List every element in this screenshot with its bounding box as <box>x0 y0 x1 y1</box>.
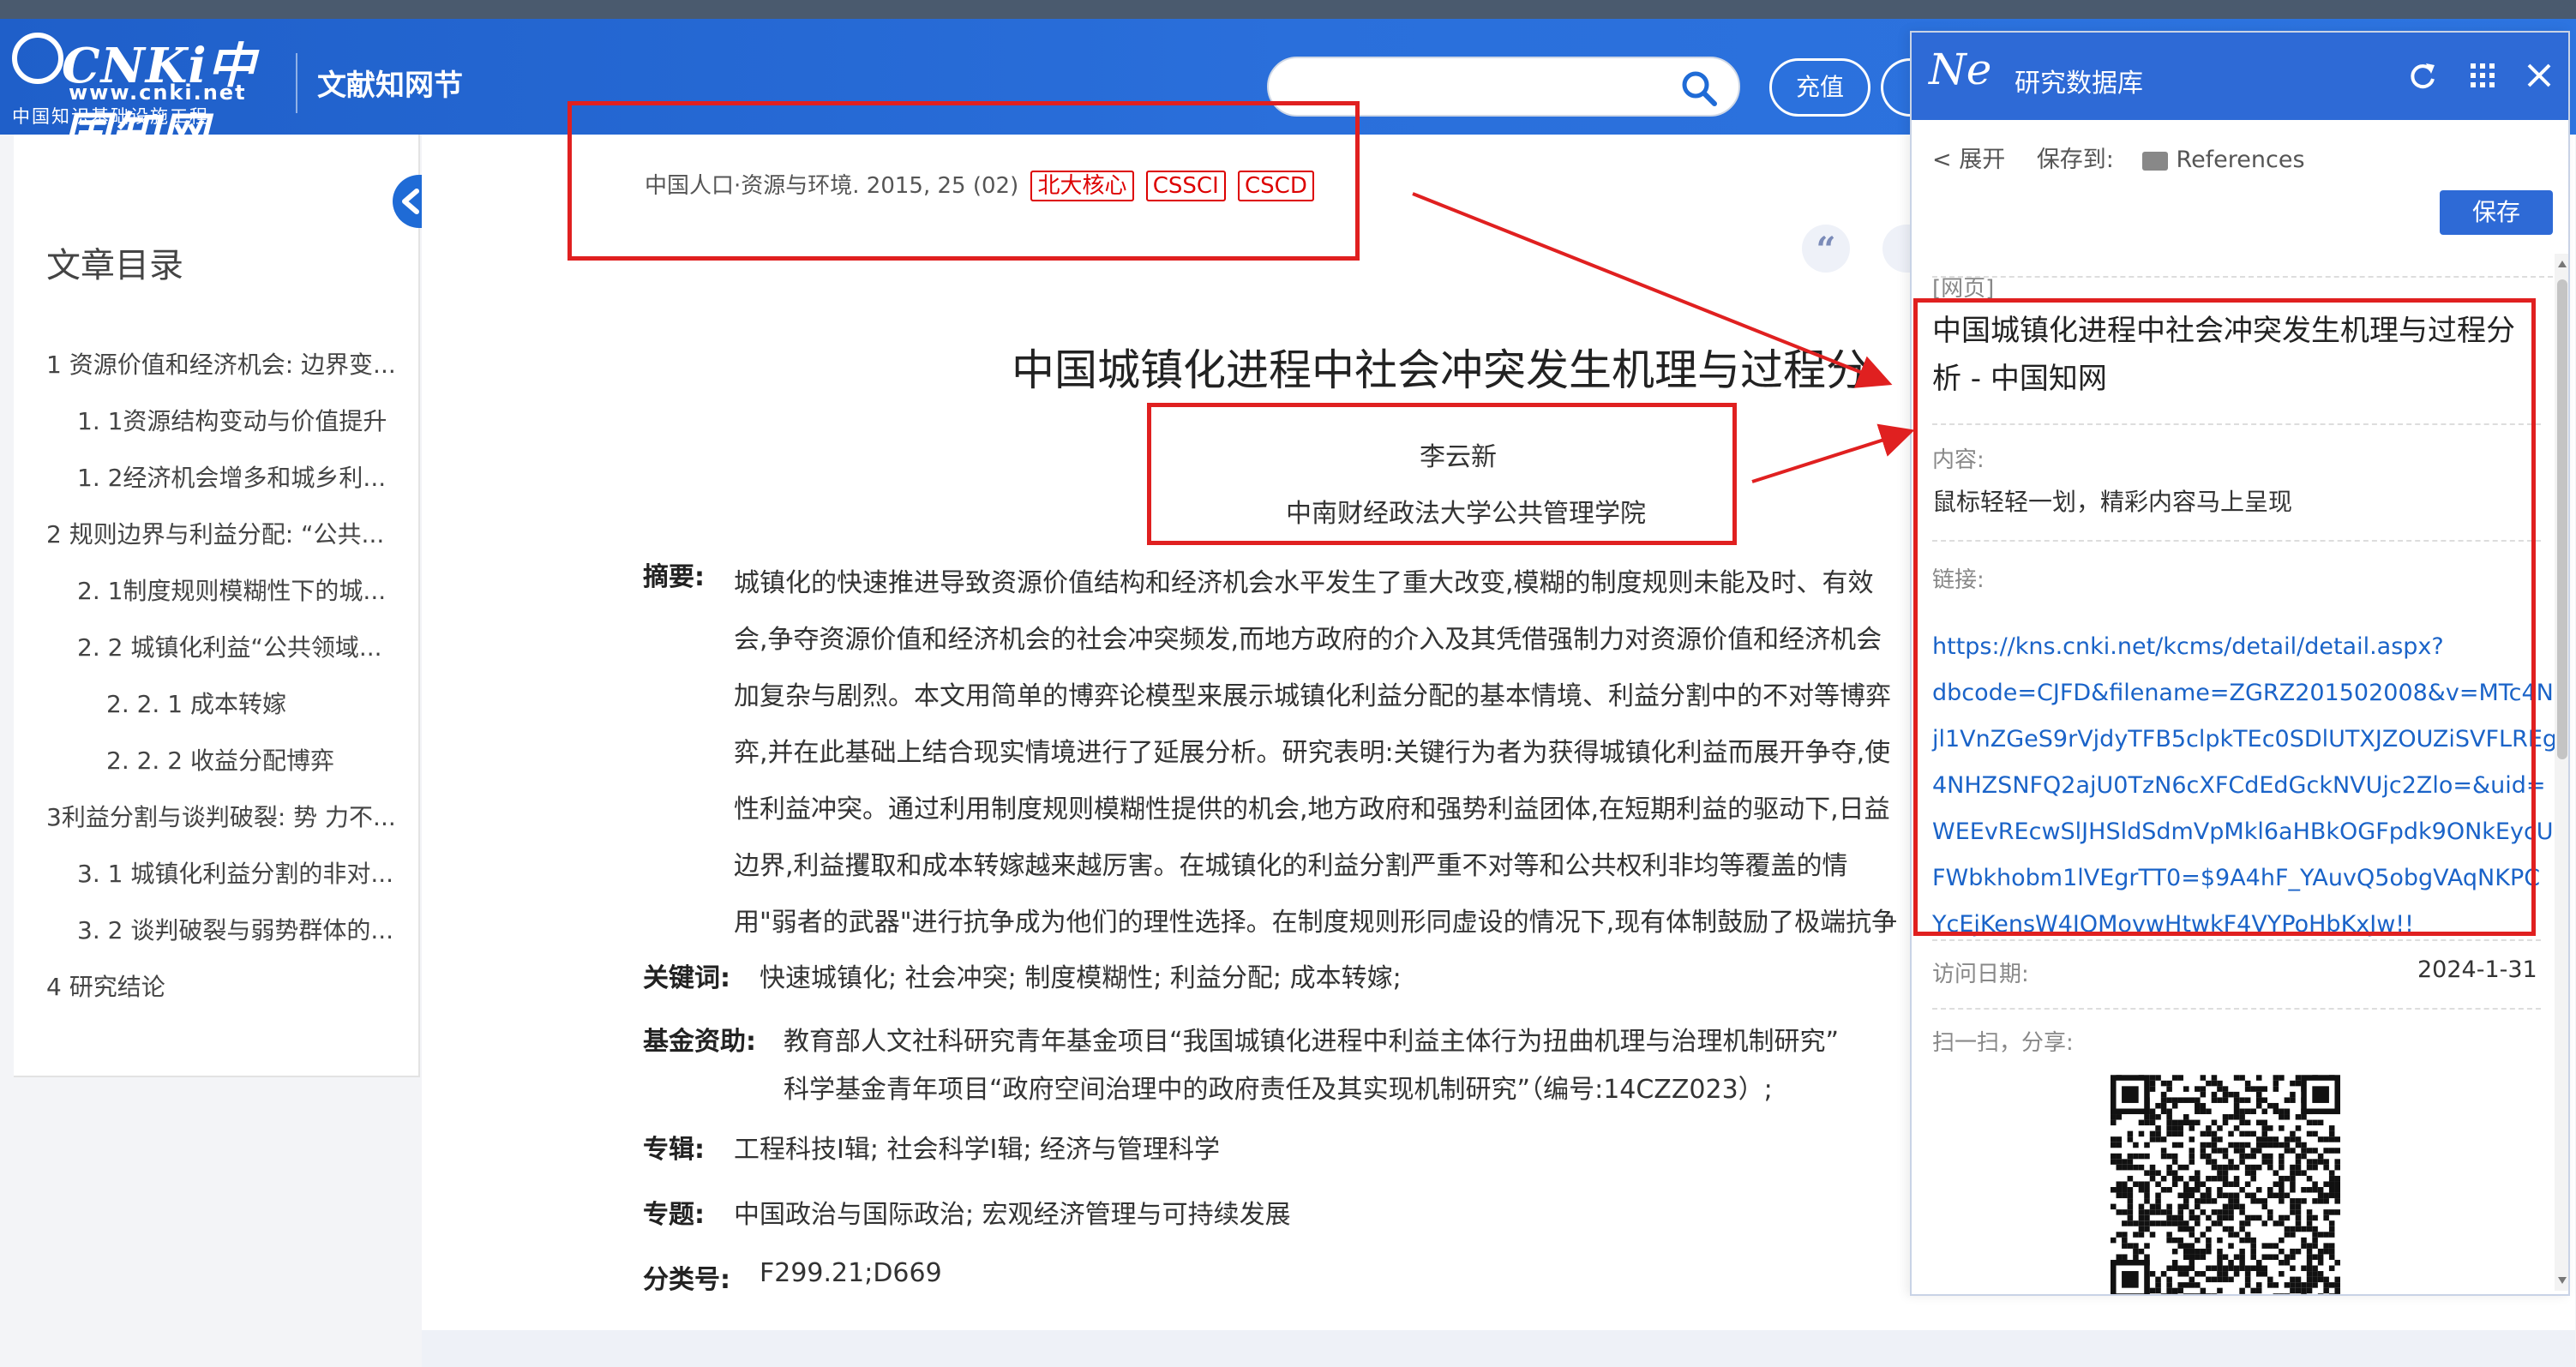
abstract-text: 城镇化的快速推进导致资源价值结构和经济机会水平发生了重大改变,模糊的制度规则未能… <box>734 555 1908 941</box>
topic-label: 专题: <box>643 1200 705 1230</box>
scroll-up-arrow-icon[interactable] <box>2558 261 2567 267</box>
classification-label: 分类号: <box>643 1265 730 1295</box>
refresh-icon[interactable] <box>2407 60 2438 91</box>
toc-item[interactable]: 2. 2. 1 成本转嫁 <box>46 676 415 733</box>
keywords-list[interactable]: 快速城镇化; 社会冲突; 制度模糊性; 利益分配; 成本转嫁; <box>760 956 1402 994</box>
visit-date-value: 2024-1-31 <box>2417 956 2537 983</box>
abstract-line: 性利益冲突。通过利用制度规则模糊性提供的机会,地方政府和强势利益团体,在短期利益… <box>734 794 1890 824</box>
save-button[interactable]: 保存 <box>2440 190 2553 235</box>
divider <box>1932 939 2541 941</box>
logo-circle-icon <box>12 33 63 84</box>
toc-item[interactable]: 1. 1资源结构变动与价值提升 <box>46 393 415 450</box>
logo-url: www.cnki.net <box>69 81 247 105</box>
panel-scrollbar[interactable] <box>2555 254 2568 1291</box>
panel-divider <box>1932 276 2561 278</box>
visit-date-label: 访问日期: <box>1932 962 2029 987</box>
panel-title: 研究数据库 <box>2015 69 2143 99</box>
save-to-label: 保存到: <box>2036 147 2114 173</box>
header-divider <box>296 53 297 113</box>
abstract-line: 会,争夺资源价值和经济机会的社会冲突频发,而地方政府的介入及其凭借强制力对资源价… <box>734 625 1882 655</box>
abstract-line: 边界,利益攫取和成本转嫁越来越厉害。在城镇化的利益分割严重不对等和公共权利非均等… <box>734 851 1848 881</box>
annotation-box-panel <box>1913 298 2536 936</box>
topic-value: 中国政治与国际政治; 宏观经济管理与可持续发展 <box>734 1200 1291 1230</box>
toc-item[interactable]: 3. 1 城镇化利益分割的非对... <box>46 846 415 902</box>
panel-logo: Ne <box>1929 45 1992 94</box>
abstract-label: 摘要: <box>643 562 705 592</box>
close-icon[interactable] <box>2524 60 2555 91</box>
site-title: 文献知网节 <box>317 69 463 103</box>
scroll-down-arrow-icon[interactable] <box>2558 1277 2567 1284</box>
fund-line-2: 科学基金青年项目“政府空间治理中的政府责任及其实现机制研究”（编号:14CZZ0… <box>784 1075 1773 1105</box>
scroll-thumb[interactable] <box>2557 279 2567 759</box>
folder-icon <box>2141 151 2168 171</box>
abstract-line: 加复杂与剧烈。本文用简单的博弈论模型来展示城镇化利益分配的基本情境、利益分割中的… <box>734 681 1891 711</box>
expand-button[interactable]: < 展开 <box>1932 147 2005 173</box>
toc-item[interactable]: 2 规则边界与利益分配: “公共... <box>46 507 415 563</box>
article-title: 中国城镇化进程中社会冲突发生机理与过程分 <box>1012 345 1869 395</box>
grid-menu-icon[interactable] <box>2467 60 2498 91</box>
divider <box>1932 1008 2541 1010</box>
folder-select[interactable]: References <box>2177 147 2305 173</box>
cnki-logo[interactable]: CNKi中国知网 www.cnki.net 中国知识基础设施工程 <box>12 27 278 164</box>
series-value: 工程科技Ⅰ辑; 社会科学Ⅰ辑; 经济与管理科学 <box>734 1135 1220 1165</box>
toc-item[interactable]: 3利益分割与谈判破裂: 势 力不... <box>46 789 415 846</box>
toc-item[interactable]: 2. 1制度规则模糊性下的城... <box>46 563 415 620</box>
fund-line-1: 教育部人文社科研究青年基金项目“我国城镇化进程中利益主体行为扭曲机理与治理机制研… <box>784 1027 1840 1057</box>
toc-list: 1 资源价值和经济机会: 边界变... 1. 1资源结构变动与价值提升 1. 2经济… <box>46 337 415 1016</box>
cite-button[interactable]: “ <box>1802 225 1850 273</box>
toc-item[interactable]: 4 研究结论 <box>46 959 415 1016</box>
toc-item[interactable]: 1. 2经济机会增多和城乡利... <box>46 450 415 507</box>
chevron-left-icon <box>402 189 419 214</box>
logo-tagline: 中国知识基础设施工程 <box>12 106 209 127</box>
abstract-line: 用"弱者的武器"进行抗争成为他们的理性选择。在制度规则形同虚设的情况下,现有体制… <box>734 908 1898 938</box>
os-title-strip <box>0 0 2576 19</box>
toc-item[interactable]: 3. 2 谈判破裂与弱势群体的... <box>46 902 415 959</box>
search-icon[interactable] <box>1680 69 1718 107</box>
fund-label: 基金资助: <box>643 1027 756 1057</box>
abstract-line: 弈,并在此基础上结合现实情境进行了延展分析。研究表明:关键行为者为获得城镇化利益… <box>734 738 1891 768</box>
series-label: 专辑: <box>643 1135 705 1165</box>
panel-header: Ne 研究数据库 <box>1912 33 2568 120</box>
toc-title: 文章目录 <box>46 246 183 285</box>
qr-code-image <box>2111 1075 2340 1294</box>
classification-value: F299.21;D669 <box>760 1258 942 1288</box>
share-label: 扫一扫，分享: <box>1932 1030 2074 1056</box>
annotation-box-author <box>1147 403 1737 545</box>
abstract-line: 城镇化的快速推进导致资源价值结构和经济机会水平发生了重大改变,模糊的制度规则未能… <box>734 568 1874 598</box>
toc-item[interactable]: 2. 2 城镇化利益“公共领域... <box>46 620 415 676</box>
keywords-label: 关键词: <box>643 963 730 993</box>
recharge-button[interactable]: 充值 <box>1769 58 1870 117</box>
table-of-contents: 文章目录 1 资源价值和经济机会: 边界变... 1. 1资源结构变动与价值提升 1… <box>14 135 420 1077</box>
panel-toolbar: < 展开 保存到: References <box>1932 141 2305 174</box>
toc-item[interactable]: 1 资源价值和经济机会: 边界变... <box>46 337 415 393</box>
toc-item[interactable]: 2. 2. 2 收益分配博弈 <box>46 733 415 789</box>
annotation-box-source <box>567 101 1360 261</box>
page-bottom-strip <box>422 1330 2575 1367</box>
